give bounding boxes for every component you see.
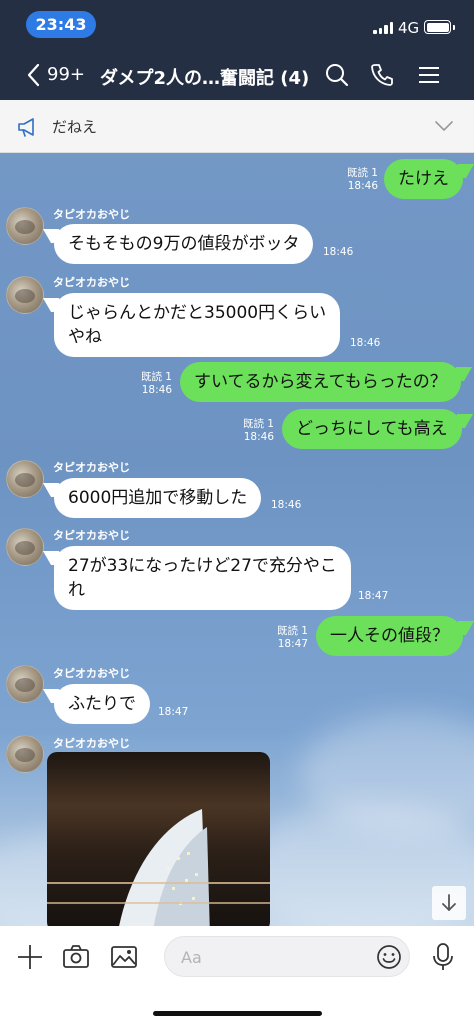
message-time: 18:47	[158, 706, 189, 718]
message-bubble-outgoing[interactable]: どっちにしても高え	[282, 409, 462, 449]
avatar[interactable]	[6, 207, 44, 245]
scroll-to-bottom-button[interactable]	[432, 886, 466, 920]
message-line: れ	[68, 580, 85, 600]
photo-message[interactable]	[47, 752, 270, 926]
chevron-down-icon[interactable]	[434, 118, 454, 134]
search-icon[interactable]	[324, 62, 350, 88]
header-bar: 23:43 4G 99+ ダメプ2人の…奮闘記 (4)	[0, 0, 474, 100]
network-type: 4G	[398, 19, 420, 37]
message-bubble-incoming[interactable]: 6000円追加で移動した	[54, 478, 262, 518]
sender-name: タピオカおやじ	[53, 737, 130, 750]
read-receipt: 既読 1	[276, 625, 308, 637]
image-icon[interactable]	[109, 942, 139, 972]
sender-name: タピオカおやじ	[53, 276, 130, 289]
message-meta: 既読 1 18:46	[240, 418, 274, 444]
message-time: 18:46	[243, 431, 274, 443]
avatar[interactable]	[6, 460, 44, 498]
read-receipt: 既読 1	[346, 167, 378, 179]
avatar[interactable]	[6, 735, 44, 773]
chat-area[interactable]: 既読 1 18:46 たけえ タピオカおやじ そもそもの9万の値段がボッタ 18…	[0, 153, 474, 926]
avatar[interactable]	[6, 528, 44, 566]
megaphone-icon	[18, 118, 34, 137]
read-receipt: 既読 1	[140, 371, 172, 383]
sender-name: タピオカおやじ	[53, 208, 130, 221]
sender-name: タピオカおやじ	[53, 461, 130, 474]
message-line: 27が33になったけど27で充分やこ	[68, 556, 337, 576]
message-bubble-outgoing[interactable]: すいてるから変えてもらったの？	[180, 362, 461, 402]
avatar[interactable]	[6, 276, 44, 314]
message-input[interactable]: Aa	[164, 936, 410, 977]
home-indicator	[153, 1011, 322, 1016]
message-time: 18:46	[347, 180, 378, 192]
railing	[47, 882, 270, 884]
announcement-text: だねえ	[52, 118, 98, 136]
arrow-down-icon	[442, 894, 456, 911]
message-bubble-incoming[interactable]: じゃらんとかだと35000円くらい やね	[54, 293, 341, 357]
status-time: 23:43	[26, 11, 96, 38]
railing	[47, 902, 270, 904]
sender-name: タピオカおやじ	[53, 667, 130, 680]
camera-icon[interactable]	[61, 942, 91, 972]
input-placeholder: Aa	[181, 948, 202, 967]
message-time: 18:46	[141, 384, 172, 396]
building-photo	[119, 809, 210, 926]
back-unread-count[interactable]: 99+	[47, 64, 85, 85]
message-meta: 既読 1 18:46	[340, 167, 378, 193]
hamburger-menu-icon[interactable]	[416, 62, 442, 88]
message-bubble-outgoing[interactable]: たけえ	[384, 159, 463, 199]
message-time: 18:47	[358, 590, 389, 602]
message-time: 18:47	[277, 638, 308, 650]
signal-icon	[373, 21, 393, 34]
message-bubble-incoming[interactable]: そもそもの9万の値段がボッタ	[54, 224, 314, 264]
message-line: やね	[68, 327, 102, 347]
announcement-bar[interactable]: だねえ	[0, 100, 474, 153]
message-input-bar: Aa	[0, 926, 474, 1024]
emoji-icon[interactable]	[376, 944, 402, 970]
message-time: 18:46	[350, 337, 381, 349]
message-meta: 既読 1 18:47	[274, 625, 308, 651]
avatar[interactable]	[6, 665, 44, 703]
message-time: 18:46	[323, 246, 354, 258]
phone-icon[interactable]	[369, 62, 395, 88]
message-bubble-outgoing[interactable]: 一人その値段？	[316, 616, 463, 656]
microphone-icon[interactable]	[428, 942, 458, 972]
battery-icon	[424, 20, 455, 34]
chevron-left-icon[interactable]	[22, 62, 48, 88]
chat-title[interactable]: ダメプ2人の…奮闘記 (4)	[100, 64, 309, 90]
message-bubble-incoming[interactable]: ふたりで	[54, 684, 150, 724]
message-meta: 既読 1 18:46	[138, 371, 172, 397]
message-bubble-incoming[interactable]: 27が33になったけど27で充分やこ れ	[54, 546, 351, 610]
message-line: じゃらんとかだと35000円くらい	[68, 303, 327, 323]
plus-icon[interactable]	[15, 942, 45, 972]
message-time: 18:46	[271, 499, 302, 511]
sender-name: タピオカおやじ	[53, 529, 130, 542]
read-receipt: 既読 1	[242, 418, 274, 430]
